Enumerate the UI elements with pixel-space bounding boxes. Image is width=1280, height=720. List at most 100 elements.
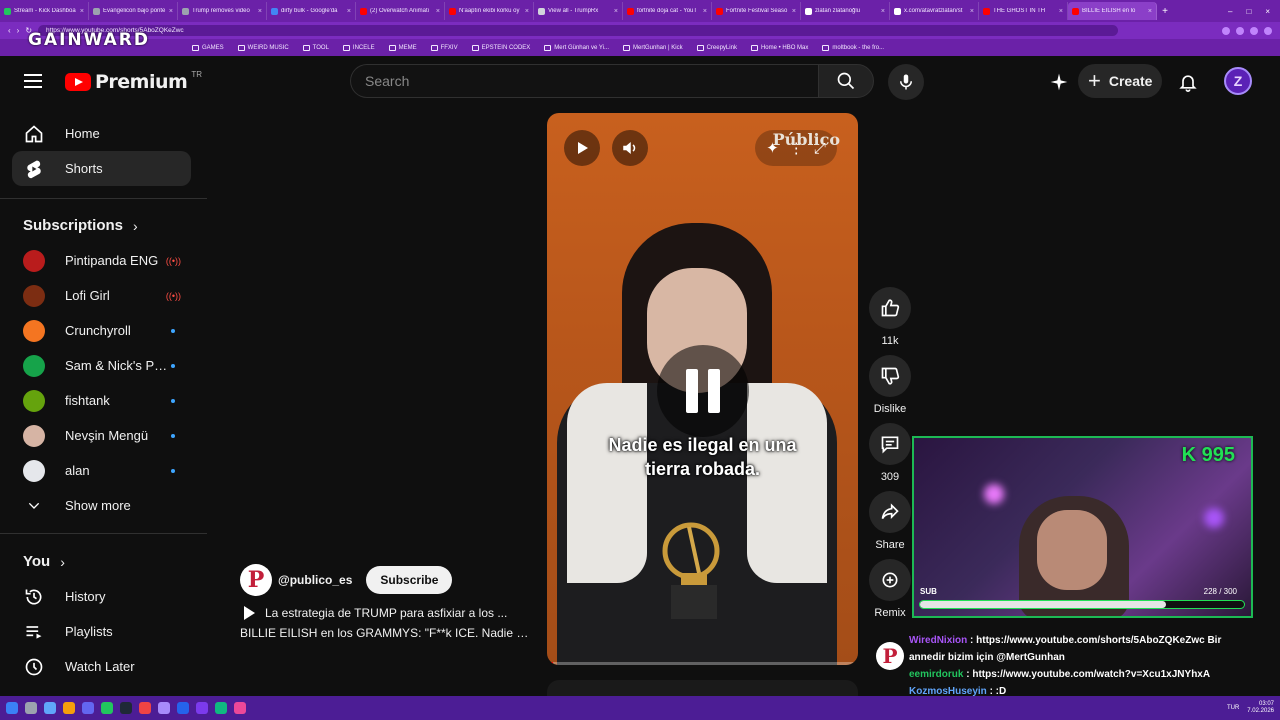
subscription-item[interactable]: alan [12,453,191,488]
minimize-icon[interactable]: – [1228,7,1232,16]
task-view-icon[interactable] [44,702,56,714]
back-icon[interactable]: ‹ [8,26,11,35]
show-more-button[interactable]: Show more [12,488,191,523]
subscription-item[interactable]: fishtank [12,383,191,418]
play-button[interactable] [564,130,600,166]
subscription-item[interactable]: Nevşin Mengü [12,418,191,453]
close-icon[interactable]: × [792,8,796,15]
spotify-icon[interactable] [101,702,113,714]
new-tab-icon[interactable]: + [1157,6,1173,17]
bookmark-item[interactable]: CreepyLink [696,44,737,51]
notifications-button[interactable] [1176,70,1200,94]
url-field[interactable]: https://www.youtube.com/shorts/5AboZQKeZ… [38,25,1119,36]
browser-tab[interactable]: N'aaptın ekibi korku oy × [445,2,534,20]
close-icon[interactable]: × [1148,8,1152,15]
browser-tab[interactable]: THE GHOST IN TH × [979,2,1068,20]
bookmark-item[interactable]: Mert Günhan ve Yi... [544,44,609,51]
browser-tab[interactable]: Trump removes video × [178,2,267,20]
sidebar-item-home[interactable]: Home [12,116,191,151]
dislike-button[interactable]: Dislike [869,355,911,415]
account-avatar[interactable]: Z [1224,67,1252,95]
extension-icon[interactable] [1222,26,1230,35]
sidebar-item-shorts[interactable]: Shorts [12,151,191,186]
remix-button[interactable]: Remix [869,559,911,619]
bookmark-item[interactable]: TOOL [302,44,329,51]
obs-icon[interactable] [158,702,170,714]
share-button[interactable]: Share [869,491,911,551]
volume-button[interactable] [612,130,648,166]
premiere-icon[interactable] [196,702,208,714]
close-icon[interactable]: × [970,8,974,15]
subscribe-button[interactable]: Subscribe [366,566,453,594]
browser-tab[interactable]: zlatan zlatanoğlu × [801,2,890,20]
browser-tab[interactable]: fortnite doja cat - YouT × [623,2,712,20]
close-icon[interactable]: × [525,8,529,15]
browser-tab[interactable]: Stream - Kick Dashboa × [0,2,89,20]
extension-icon[interactable] [1250,26,1258,35]
menu-icon[interactable] [24,74,42,88]
youtube-logo[interactable]: Premium TR [65,70,202,93]
browser-tab[interactable]: (2) Overwatch Animati × [356,2,445,20]
subscription-item[interactable]: Pintipanda ENG ((•)) [12,243,191,278]
sidebar-item-playlists[interactable]: Playlists [12,614,191,649]
browser-tab[interactable]: dirty bulk - Google'da × [267,2,356,20]
sidebar-item-watch-later[interactable]: Watch Later [12,649,191,684]
bookmark-item[interactable]: WEIRD MUSIC [237,44,289,51]
close-icon[interactable]: × [80,8,84,15]
video-progress-bar[interactable] [547,662,858,665]
close-icon[interactable]: × [703,8,707,15]
bookmark-item[interactable]: MertGunhan | Kick [623,44,683,51]
windows-start-icon[interactable] [6,702,18,714]
file-explorer-icon[interactable] [63,702,75,714]
like-button[interactable]: 11k [869,287,911,347]
bookmark-item[interactable]: MEME [388,44,417,51]
create-button[interactable]: + Create [1078,64,1162,98]
next-short-preview[interactable] [547,680,858,696]
browser-tab[interactable]: View all - TrumpRx × [534,2,623,20]
close-icon[interactable]: × [614,8,618,15]
discord-icon[interactable] [82,702,94,714]
voice-search-button[interactable] [888,64,924,100]
browser-tab[interactable]: BILLIE EILISH en lo × [1068,2,1157,20]
close-icon[interactable]: × [169,8,173,15]
app-icon[interactable] [139,702,151,714]
channel-handle[interactable]: @publico_es [278,573,352,587]
search-input[interactable]: Search [350,64,818,98]
close-icon[interactable]: × [436,8,440,15]
bookmark-item[interactable]: GAMES [192,44,224,51]
you-heading[interactable]: You › [23,553,65,570]
browser-tab[interactable]: Evangelicon bajo ponte × [89,2,178,20]
pause-button[interactable] [657,345,749,437]
subscription-item[interactable]: Lofi Girl ((•)) [12,278,191,313]
language-indicator[interactable]: TUR [1227,705,1239,711]
channel-avatar[interactable]: P [240,564,272,596]
browser-tab[interactable]: x.com/atavratzlatan/st × [890,2,979,20]
close-icon[interactable]: × [347,8,351,15]
maximize-icon[interactable]: □ [1246,7,1251,16]
close-icon[interactable]: × [258,8,262,15]
steam-icon[interactable] [120,702,132,714]
short-title[interactable]: BILLIE EILISH en los GRAMMYS: "F**k ICE.… [240,626,535,640]
subscriptions-heading[interactable]: Subscriptions › [23,217,138,234]
browser-icon[interactable] [234,702,246,714]
ask-ai-button[interactable] [1048,71,1070,93]
close-icon[interactable]: × [881,8,885,15]
photoshop-icon[interactable] [177,702,189,714]
close-icon[interactable]: × [1059,8,1063,15]
bookmark-item[interactable]: Home • HBO Max [750,44,808,51]
bookmark-item[interactable]: moltbook - the fro... [822,44,884,51]
search-icon[interactable] [25,702,37,714]
comments-button[interactable]: 309 [869,423,911,483]
app-icon[interactable] [215,702,227,714]
extension-icon[interactable] [1236,26,1244,35]
browser-tab[interactable]: Fortnite Festival Seaso × [712,2,801,20]
shorts-player[interactable]: ✦ ⋮ ⤢ Público Nadie es ilegal en una tie… [547,113,858,665]
related-playlist[interactable]: La estrategia de TRUMP para asfixiar a l… [240,606,540,620]
subscription-item[interactable]: Crunchyroll [12,313,191,348]
bookmark-item[interactable]: EPSTEIN CODEX [471,44,530,51]
subscription-item[interactable]: Sam & Nick's Per... [12,348,191,383]
search-button[interactable] [818,64,874,98]
forward-icon[interactable]: › [17,26,20,35]
bookmark-item[interactable]: INCELE [342,44,375,51]
clock[interactable]: 03:07 7.02.2026 [1247,701,1274,715]
